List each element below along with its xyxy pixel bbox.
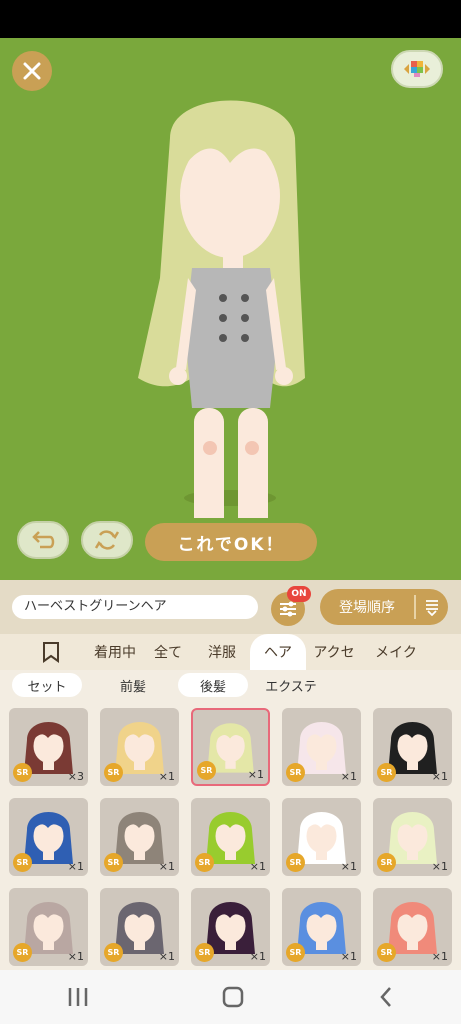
item-quantity: ×1 xyxy=(67,950,84,963)
rarity-badge: SR xyxy=(104,853,123,872)
hair-item-card[interactable]: SR ×1 xyxy=(100,708,179,786)
item-toolbar: ハーベストグリーンヘア ON 登場順序 xyxy=(0,580,461,634)
rarity-badge: SR xyxy=(104,763,123,782)
grid-color-icon xyxy=(404,61,430,77)
rarity-badge: SR xyxy=(104,943,123,962)
layout-toggle-button[interactable] xyxy=(391,50,443,88)
hair-item-card[interactable]: SR ×1 xyxy=(9,888,88,966)
item-quantity: ×3 xyxy=(67,770,84,783)
system-nav-bar xyxy=(0,970,461,1024)
rarity-badge: SR xyxy=(197,761,216,780)
category-tabs: 着用中 全て 洋服 ヘア アクセ メイク xyxy=(0,634,461,670)
tab-clothes[interactable]: 洋服 xyxy=(202,634,242,670)
hair-item-card[interactable]: SR ×1 xyxy=(9,798,88,876)
rarity-badge: SR xyxy=(13,853,32,872)
undo-button[interactable] xyxy=(17,521,69,559)
bookmark-tab[interactable] xyxy=(28,641,74,663)
tab-wearing[interactable]: 着用中 xyxy=(88,634,142,670)
hair-item-card[interactable]: SR ×1 xyxy=(373,798,452,876)
sliders-icon xyxy=(280,601,296,617)
close-button[interactable] xyxy=(12,51,52,91)
avatar-stage: これでOK！ xyxy=(0,38,461,580)
back-icon[interactable] xyxy=(376,985,396,1009)
hair-item-card[interactable]: SR ×1 xyxy=(282,708,361,786)
item-quantity: ×1 xyxy=(249,950,266,963)
subtab-back-hair[interactable]: 後髪 xyxy=(178,673,248,697)
hair-subtabs: セット 前髪 後髪 エクステ xyxy=(0,670,461,700)
rarity-badge: SR xyxy=(286,763,305,782)
rarity-badge: SR xyxy=(377,943,396,962)
hair-item-card[interactable]: SR ×1 xyxy=(191,798,270,876)
item-quantity: ×1 xyxy=(158,770,175,783)
rarity-badge: SR xyxy=(195,943,214,962)
reset-button[interactable] xyxy=(81,521,133,559)
item-quantity: ×1 xyxy=(340,860,357,873)
refresh-icon xyxy=(94,530,120,550)
undo-icon xyxy=(32,531,55,549)
rarity-badge: SR xyxy=(195,853,214,872)
sort-direction-icon[interactable] xyxy=(416,598,448,616)
hair-item-card[interactable]: SR ×1 xyxy=(373,888,452,966)
tab-makeup[interactable]: メイク xyxy=(372,634,420,670)
rarity-badge: SR xyxy=(13,943,32,962)
subtab-set[interactable]: セット xyxy=(12,673,82,697)
recents-icon[interactable] xyxy=(66,986,90,1008)
item-quantity: ×1 xyxy=(431,860,448,873)
bookmark-icon xyxy=(43,642,59,663)
hair-item-card[interactable]: SR ×1 xyxy=(373,708,452,786)
hair-item-card[interactable]: SR ×1 xyxy=(100,888,179,966)
sort-label: 登場順序 xyxy=(339,600,395,616)
hair-item-card[interactable]: SR ×1 xyxy=(191,888,270,966)
item-quantity: ×1 xyxy=(67,860,84,873)
item-grid: SR ×3 SR ×1 SR ×1 SR ×1 SR ×1 SR ×1 SR ×1 SR ×1 SR ×1 SR ×1… xyxy=(0,704,461,970)
item-panel: ハーベストグリーンヘア ON 登場順序 着用中 全て 洋服 ヘア アクセ メイク xyxy=(0,580,461,970)
tab-hair[interactable]: ヘア xyxy=(250,634,306,670)
sort-order-button[interactable]: 登場順序 xyxy=(320,589,448,625)
item-quantity: ×1 xyxy=(340,950,357,963)
item-quantity: ×1 xyxy=(247,768,264,781)
item-quantity: ×1 xyxy=(340,770,357,783)
hair-item-card[interactable]: SR ×1 xyxy=(282,888,361,966)
status-bar xyxy=(0,0,461,38)
confirm-ok-button[interactable]: これでOK！ xyxy=(145,523,317,561)
rarity-badge: SR xyxy=(377,853,396,872)
hair-item-card[interactable]: SR ×1 xyxy=(100,798,179,876)
tab-all[interactable]: 全て xyxy=(148,634,188,670)
home-icon[interactable] xyxy=(221,985,245,1009)
subtab-bangs[interactable]: 前髪 xyxy=(106,673,160,697)
hair-item-card[interactable]: SR ×1 xyxy=(191,708,270,786)
rarity-badge: SR xyxy=(13,763,32,782)
hair-item-card[interactable]: SR ×3 xyxy=(9,708,88,786)
rarity-badge: SR xyxy=(286,853,305,872)
filter-on-badge: ON xyxy=(287,586,311,602)
avatar-figure xyxy=(138,100,305,518)
item-quantity: ×1 xyxy=(158,860,175,873)
item-quantity: ×1 xyxy=(431,950,448,963)
hair-item-card[interactable]: SR ×1 xyxy=(282,798,361,876)
tab-accessories[interactable]: アクセ xyxy=(310,634,358,670)
item-quantity: ×1 xyxy=(158,950,175,963)
item-quantity: ×1 xyxy=(249,860,266,873)
item-name-field: ハーベストグリーンヘア xyxy=(12,595,258,619)
close-icon xyxy=(23,62,41,80)
item-quantity: ×1 xyxy=(431,770,448,783)
subtab-extensions[interactable]: エクステ xyxy=(256,673,326,697)
rarity-badge: SR xyxy=(377,763,396,782)
rarity-badge: SR xyxy=(286,943,305,962)
